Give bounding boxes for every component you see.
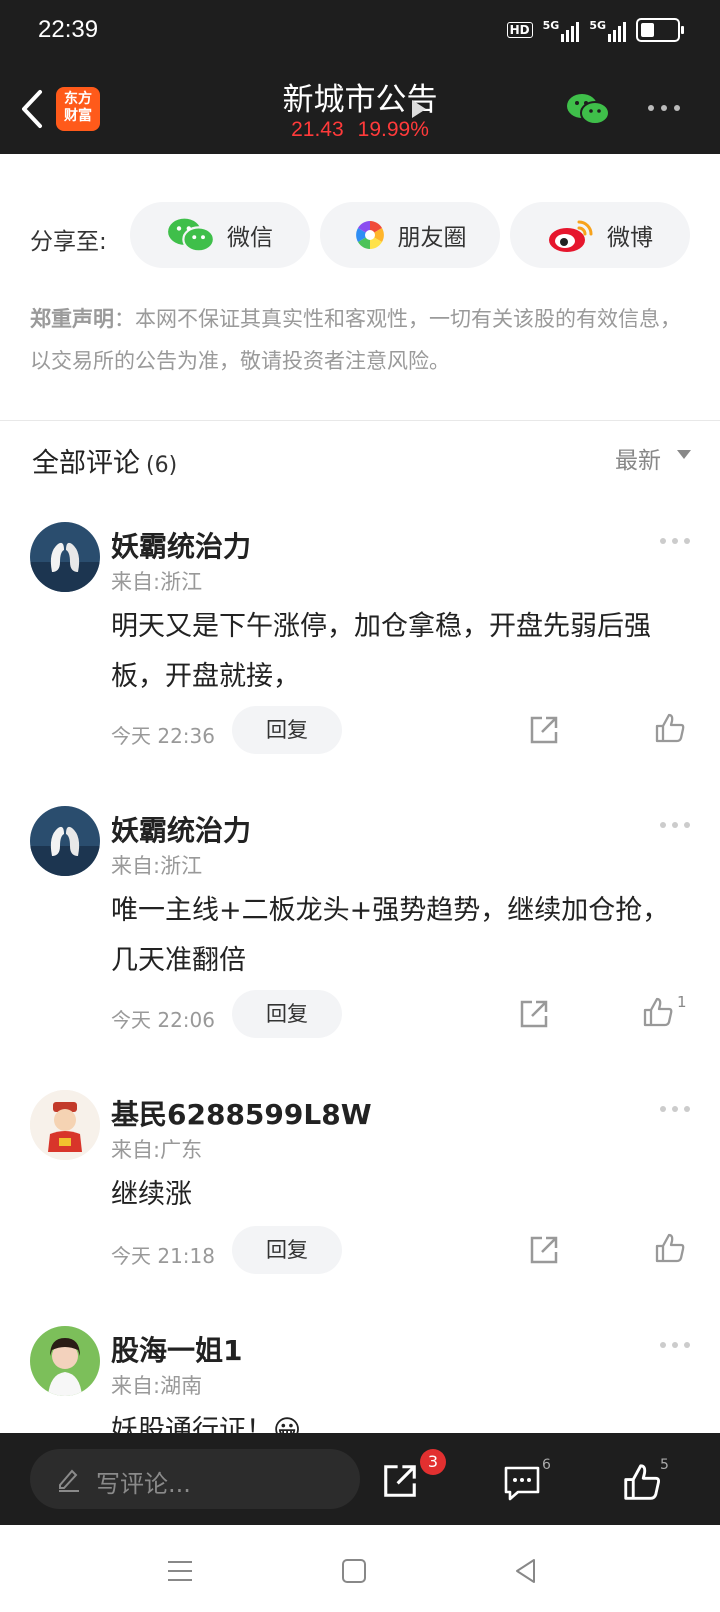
network-type-label: 5G	[542, 18, 560, 32]
comment-count-badge: 6	[542, 1457, 551, 1473]
stock-quote: 21.43 19.99%	[0, 118, 720, 142]
weibo-icon	[549, 220, 593, 252]
comment-text: 继续涨	[111, 1179, 192, 1210]
reply-button[interactable]: 回复	[232, 990, 342, 1038]
comment-text: 唯一主线+二板龙头+强势趋势，继续加仓抢，几天准翻倍	[111, 895, 670, 976]
disclaimer-head: 郑重声明	[30, 307, 114, 331]
share-wechat-label: 微信	[227, 225, 273, 251]
back-icon[interactable]	[512, 1557, 540, 1585]
comment-time: 今天 22:36	[111, 724, 215, 748]
wechat-icon	[168, 218, 215, 253]
top-bar: 22:39 HD 5G 5G 东方 财富 新城市公告 21.43 19.99%	[0, 0, 720, 154]
share-icon[interactable]	[528, 714, 560, 746]
share-label: 分享至:	[30, 229, 107, 255]
avatar[interactable]	[30, 806, 100, 876]
share-icon[interactable]	[381, 1462, 419, 1500]
share-icon[interactable]	[528, 1234, 560, 1266]
reply-button[interactable]: 回复	[232, 706, 342, 754]
play-arrow-icon[interactable]	[412, 100, 426, 118]
comment-input-placeholder: 写评论...	[96, 1470, 191, 1498]
stock-change: 19.99%	[357, 118, 429, 141]
page-title: 新城市公告	[282, 82, 438, 118]
chevron-down-icon[interactable]	[677, 450, 691, 459]
comment-username[interactable]: 妖霸统治力	[111, 809, 251, 849]
comment-username[interactable]: 股海一姐1	[111, 1329, 242, 1369]
share-badge: 3	[420, 1449, 446, 1475]
swan-avatar-icon	[30, 522, 100, 592]
swan-avatar-icon	[30, 806, 100, 876]
disclaimer: 郑重声明：本网不保证其真实性和客观性，一切有关该股的有效信息，以交易所的公告为准…	[30, 298, 692, 382]
comment-more-icon[interactable]	[660, 822, 690, 828]
battery-icon	[636, 18, 684, 42]
comment-location: 来自:浙江	[111, 570, 203, 594]
like-icon[interactable]	[654, 712, 686, 744]
disclaimer-body: ：本网不保证其真实性和客观性，一切有关该股的有效信息，以交易所的公告为准，敬请投…	[30, 307, 681, 373]
all-comments-title: 全部评论 (6)	[32, 448, 178, 479]
signal-icon	[561, 20, 580, 42]
comment-count: (6)	[146, 453, 178, 478]
like-count: 1	[677, 993, 687, 1011]
moments-icon	[355, 221, 384, 249]
fortune-god-avatar-icon	[30, 1090, 100, 1160]
status-icons: HD 5G 5G	[506, 18, 684, 42]
wechat-icon[interactable]	[566, 92, 610, 126]
share-icon[interactable]	[518, 998, 550, 1030]
signal-icon	[608, 20, 626, 42]
more-options-icon[interactable]	[648, 105, 680, 111]
share-wechat-button[interactable]: 微信	[130, 202, 310, 268]
comment-location: 来自:浙江	[111, 854, 203, 878]
like-icon[interactable]	[622, 1462, 662, 1502]
comment-time: 今天 22:06	[111, 1008, 215, 1032]
girl-avatar-icon	[30, 1326, 100, 1396]
comment-location: 来自:广东	[111, 1138, 203, 1162]
share-weibo-label: 微博	[607, 225, 653, 251]
avatar[interactable]	[30, 522, 100, 592]
sort-dropdown[interactable]: 最新	[615, 441, 661, 475]
avatar[interactable]	[30, 1326, 100, 1396]
share-moments-label: 朋友圈	[397, 225, 467, 251]
reply-button[interactable]: 回复	[232, 1226, 342, 1274]
home-icon[interactable]	[340, 1557, 368, 1585]
network-type-label: 5G	[589, 18, 606, 32]
like-icon[interactable]	[642, 996, 674, 1028]
like-icon[interactable]	[654, 1232, 686, 1264]
comment-more-icon[interactable]	[660, 538, 690, 544]
comment-more-icon[interactable]	[660, 1106, 690, 1112]
like-count-badge: 5	[660, 1457, 669, 1473]
share-moments-button[interactable]: 朋友圈	[320, 202, 500, 268]
comment-icon[interactable]	[502, 1464, 542, 1502]
comment-time: 今天 21:18	[111, 1244, 215, 1268]
hd-icon: HD	[506, 22, 533, 38]
pencil-icon	[59, 1469, 79, 1492]
comment-more-icon[interactable]	[660, 1342, 690, 1348]
status-time: 22:39	[38, 16, 99, 43]
comment-location: 来自:湖南	[111, 1374, 203, 1398]
comment-username[interactable]: 妖霸统治力	[111, 525, 251, 565]
menu-icon[interactable]	[166, 1558, 194, 1584]
divider	[0, 420, 720, 421]
stock-price: 21.43	[291, 118, 344, 141]
comment-username[interactable]: 基民6288599L8W	[111, 1093, 372, 1133]
avatar[interactable]	[30, 1090, 100, 1160]
share-weibo-button[interactable]: 微博	[510, 202, 690, 268]
comment-text: 明天又是下午涨停，加仓拿稳，开盘先弱后强板，开盘就接，	[111, 611, 651, 692]
